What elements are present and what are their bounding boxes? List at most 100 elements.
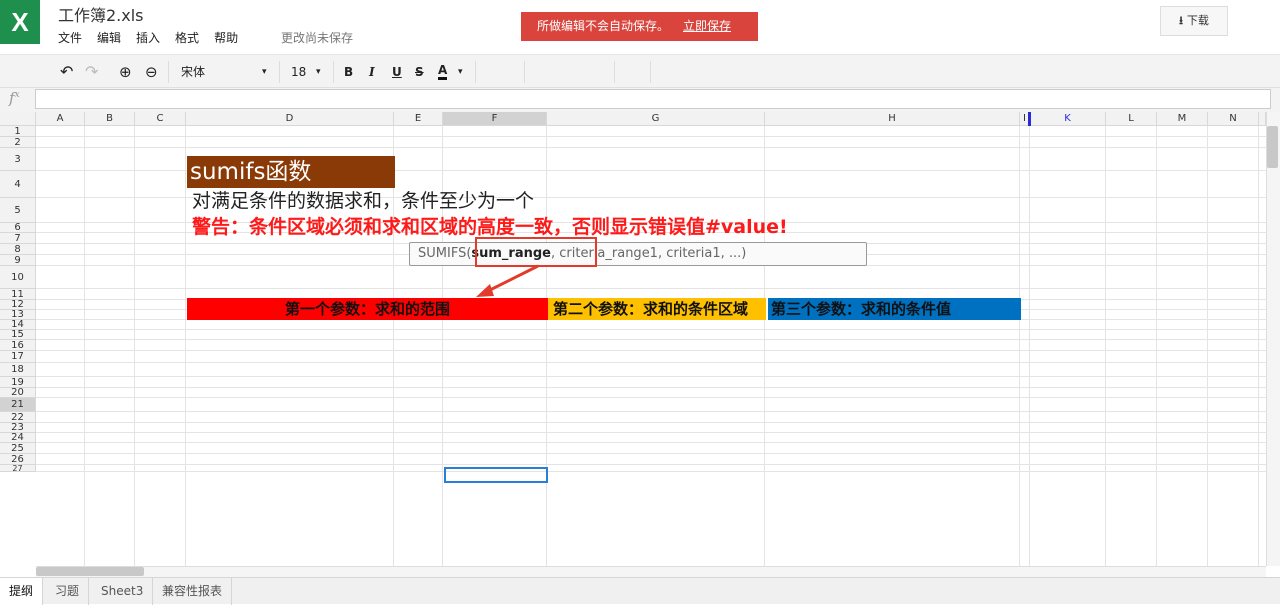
bold-button[interactable]: B [344,62,353,82]
toolbar-divider [279,61,280,83]
grid-column-line [1105,126,1106,566]
row-header-17[interactable]: 17 [0,351,36,363]
excel-logo-icon: X [0,0,40,44]
param1-cell[interactable]: 第一个参数：求和的范围 [187,298,548,320]
horizontal-scroll-thumb[interactable] [36,567,144,576]
grid-row-line [36,464,1266,465]
row-header-5[interactable]: 5 [0,198,36,223]
column-header-L[interactable]: L [1106,112,1157,126]
column-header-C[interactable]: C [135,112,186,126]
column-resize-marker[interactable] [1028,112,1031,126]
column-header-F[interactable]: F [443,112,547,126]
tooltip-function: SUMIFS( [418,246,472,261]
alert-message: 所做编辑不会自动保存。 [537,19,670,33]
menu-edit[interactable]: 编辑 [97,29,121,46]
font-name-select[interactable]: 宋体 [181,62,205,82]
toolbar-divider [475,61,476,83]
select-all-corner[interactable] [0,112,36,126]
underline-button[interactable]: U [392,62,402,82]
horizontal-scrollbar[interactable] [36,566,1266,577]
column-header-A[interactable]: A [36,112,85,126]
menu-format[interactable]: 格式 [175,29,199,46]
param2-cell[interactable]: 第二个参数：求和的条件区域 [548,298,766,320]
row-header-1[interactable]: 1 [0,126,36,137]
grid-column-line [1019,126,1020,566]
row-header-20[interactable]: 20 [0,388,36,398]
row-header-25[interactable]: 25 [0,443,36,454]
tab-compatibility-report[interactable]: 兼容性报表 [153,578,233,605]
row-header-9[interactable]: 9 [0,255,36,266]
toolbar-divider [168,61,169,83]
font-size-select[interactable]: 18 [291,62,306,82]
vertical-scroll-thumb[interactable] [1267,126,1278,168]
grid-row-line [36,453,1266,454]
grid-row-line [36,387,1266,388]
chevron-down-icon[interactable]: ▾ [458,62,463,82]
document-title[interactable]: 工作簿2.xls [58,2,144,26]
grid-column-line [1029,126,1030,566]
zoom-out-icon[interactable]: ⊖ [145,62,158,82]
active-cell-F21[interactable] [444,467,548,483]
row-header-2[interactable]: 2 [0,137,36,148]
grid-column-line [764,126,765,566]
column-header-filler [1259,112,1266,126]
menu-insert[interactable]: 插入 [136,29,160,46]
grid-row-line [36,397,1266,398]
undo-icon[interactable]: ↶ [60,62,73,82]
formula-input[interactable] [35,89,1271,109]
column-header-D[interactable]: D [186,112,394,126]
vertical-scrollbar[interactable] [1266,112,1280,566]
chevron-down-icon[interactable]: ▾ [316,62,321,82]
param3-cell[interactable]: 第三个参数：求和的条件值 [766,298,1021,320]
redo-icon[interactable]: ↷ [85,62,98,82]
font-color-button[interactable]: A [438,62,448,80]
row-header-10[interactable]: 10 [0,266,36,289]
row-header-21[interactable]: 21 [0,398,36,412]
title-cell-D3[interactable]: sumifs函数 [187,156,395,188]
row-header-15[interactable]: 15 [0,330,36,340]
column-header-H[interactable]: H [765,112,1020,126]
row-header-7[interactable]: 7 [0,233,36,244]
chevron-down-icon[interactable]: ▾ [262,62,267,82]
grid-row-line [36,288,1266,289]
download-button[interactable]: ⭳ 下载 [1160,6,1228,36]
column-header-K[interactable]: K [1030,112,1106,126]
tab-sheet3[interactable]: Sheet3 [92,578,154,605]
row-header-4[interactable]: 4 [0,171,36,198]
row-header-3[interactable]: 3 [0,148,36,171]
grid-row-line [36,329,1266,330]
column-header-B[interactable]: B [85,112,135,126]
column-header-M[interactable]: M [1157,112,1208,126]
download-icon: ⭳ [1179,14,1183,27]
row-header-27[interactable]: 27 [0,465,36,473]
row-header-6[interactable]: 6 [0,223,36,233]
grid-row-line [36,471,1266,472]
italic-button[interactable]: I [369,62,375,82]
toolbar-divider [614,61,615,83]
menu-help[interactable]: 帮助 [214,29,238,46]
strikethrough-button[interactable]: S [415,62,424,82]
column-header-G[interactable]: G [547,112,765,126]
description-cell-D4[interactable]: 对满足条件的数据求和，条件至少为一个 [192,188,534,214]
grid-column-line [1258,126,1259,566]
function-icon: fx [9,89,20,107]
arrow-icon [476,264,539,297]
tab-exercises[interactable]: 习题 [46,578,90,605]
grid-row-line [36,442,1266,443]
sheet-tabs: 提纲 习题 Sheet3 兼容性报表 [0,577,1280,605]
tab-outline[interactable]: 提纲 [0,578,44,605]
menu-file[interactable]: 文件 [58,29,82,46]
row-header-24[interactable]: 24 [0,433,36,443]
row-header-8[interactable]: 8 [0,244,36,255]
row-header-18[interactable]: 18 [0,363,36,377]
zoom-in-icon[interactable]: ⊕ [119,62,132,82]
grid-column-line [185,126,186,566]
grid-column-line [546,126,547,566]
download-label: 下载 [1186,14,1209,27]
grid-row-line [36,422,1266,423]
column-header-E[interactable]: E [394,112,443,126]
unsaved-alert: 所做编辑不会自动保存。 立即保存 [521,12,758,41]
row-header-16[interactable]: 16 [0,340,36,351]
column-header-N[interactable]: N [1208,112,1259,126]
save-now-link[interactable]: 立即保存 [683,19,731,33]
